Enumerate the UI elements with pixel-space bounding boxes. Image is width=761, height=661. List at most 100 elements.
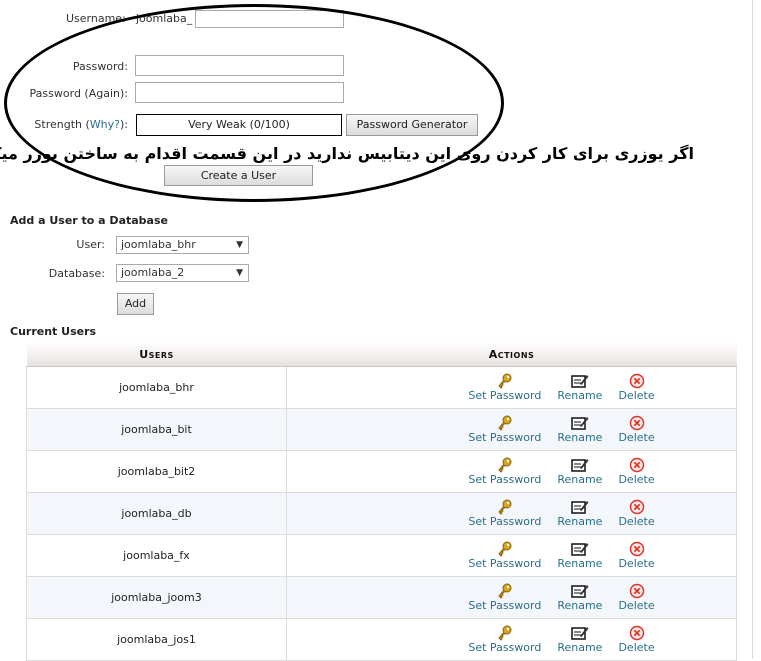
users-column-header[interactable]: Users — [26, 342, 287, 367]
set-password-link[interactable]: Set Password — [468, 431, 541, 444]
rename-icon — [571, 415, 589, 431]
delete-link[interactable]: Delete — [618, 473, 654, 486]
database-select[interactable]: joomlaba_2 ▼ — [116, 264, 249, 282]
table-row: joomlaba_joom3 Set Password Rename Delete — [26, 576, 737, 619]
delete-action[interactable]: Delete — [618, 415, 655, 444]
rename-action[interactable]: Rename — [557, 499, 602, 528]
key-icon — [497, 457, 513, 473]
password-again-input[interactable] — [135, 82, 344, 103]
password-label: Password: — [72, 60, 128, 73]
key-icon — [497, 625, 513, 641]
rename-link[interactable]: Rename — [557, 431, 602, 444]
delete-icon — [629, 625, 645, 641]
user-select-label: User: — [76, 238, 105, 251]
username-input[interactable] — [195, 10, 344, 28]
password-input[interactable] — [135, 55, 344, 76]
key-icon — [497, 541, 513, 557]
page-right-border — [752, 0, 753, 659]
delete-action[interactable]: Delete — [618, 457, 655, 486]
actions-cell: Set Password Rename Delete — [286, 576, 737, 619]
rename-icon — [571, 583, 589, 599]
delete-icon — [629, 499, 645, 515]
rename-icon — [571, 373, 589, 389]
rename-link[interactable]: Rename — [557, 473, 602, 486]
rename-action[interactable]: Rename — [557, 457, 602, 486]
password-again-label: Password (Again): — [29, 87, 128, 100]
set-password-action[interactable]: Set Password — [468, 583, 541, 612]
delete-action[interactable]: Delete — [618, 499, 655, 528]
database-select-label: Database: — [48, 267, 105, 280]
key-icon — [497, 499, 513, 515]
delete-action[interactable]: Delete — [618, 625, 655, 654]
chevron-down-icon: ▼ — [236, 240, 243, 250]
strength-label: Strength (Why?): — [34, 118, 128, 131]
actions-column-header: Actions — [286, 342, 737, 367]
add-button[interactable]: Add — [117, 293, 154, 315]
password-generator-button[interactable]: Password Generator — [346, 114, 478, 136]
set-password-action[interactable]: Set Password — [468, 373, 541, 402]
rename-action[interactable]: Rename — [557, 415, 602, 444]
user-name-cell: joomlaba_fx — [26, 534, 287, 577]
set-password-action[interactable]: Set Password — [468, 415, 541, 444]
set-password-link[interactable]: Set Password — [468, 473, 541, 486]
rename-link[interactable]: Rename — [557, 599, 602, 612]
set-password-action[interactable]: Set Password — [468, 499, 541, 528]
delete-link[interactable]: Delete — [618, 599, 654, 612]
delete-link[interactable]: Delete — [618, 389, 654, 402]
set-password-action[interactable]: Set Password — [468, 625, 541, 654]
user-name-cell: joomlaba_jos1 — [26, 618, 287, 661]
rename-action[interactable]: Rename — [557, 583, 602, 612]
rename-link[interactable]: Rename — [557, 515, 602, 528]
table-row: joomlaba_db Set Password Rename Delete — [26, 492, 737, 535]
key-icon — [497, 583, 513, 599]
set-password-link[interactable]: Set Password — [468, 389, 541, 402]
table-row: joomlaba_bit2 Set Password Rename Delete — [26, 450, 737, 493]
user-name-cell: joomlaba_bit — [26, 408, 287, 451]
set-password-action[interactable]: Set Password — [468, 541, 541, 570]
delete-link[interactable]: Delete — [618, 515, 654, 528]
key-icon — [497, 415, 513, 431]
delete-link[interactable]: Delete — [618, 431, 654, 444]
user-name-cell: joomlaba_joom3 — [26, 576, 287, 619]
rename-link[interactable]: Rename — [557, 389, 602, 402]
set-password-link[interactable]: Set Password — [468, 599, 541, 612]
rename-link[interactable]: Rename — [557, 557, 602, 570]
create-user-button[interactable]: Create a User — [164, 165, 313, 186]
why-link[interactable]: Why? — [90, 118, 120, 131]
delete-link[interactable]: Delete — [618, 557, 654, 570]
set-password-link[interactable]: Set Password — [468, 557, 541, 570]
delete-link[interactable]: Delete — [618, 641, 654, 654]
set-password-action[interactable]: Set Password — [468, 457, 541, 486]
rename-action[interactable]: Rename — [557, 541, 602, 570]
delete-action[interactable]: Delete — [618, 583, 655, 612]
username-label: Username: — [66, 12, 126, 25]
rename-icon — [571, 625, 589, 641]
rename-icon — [571, 457, 589, 473]
table-row: joomlaba_bit Set Password Rename Delete — [26, 408, 737, 451]
password-strength-meter: Very Weak (0/100) — [136, 114, 342, 136]
delete-action[interactable]: Delete — [618, 373, 655, 402]
rename-icon — [571, 541, 589, 557]
table-row: joomlaba_bhr Set Password Rename Delete — [26, 366, 737, 409]
user-name-cell: joomlaba_bit2 — [26, 450, 287, 493]
actions-cell: Set Password Rename Delete — [286, 450, 737, 493]
actions-cell: Set Password Rename Delete — [286, 366, 737, 409]
actions-cell: Set Password Rename Delete — [286, 618, 737, 661]
annotation-text: اگر یوزری برای کار کردن روی این دیتابیس … — [0, 144, 694, 163]
delete-icon — [629, 541, 645, 557]
username-prefix: joomlaba_ — [136, 12, 193, 25]
users-table-body: joomlaba_bhr Set Password Rename Delete joom… — [26, 366, 737, 661]
set-password-link[interactable]: Set Password — [468, 641, 541, 654]
rename-action[interactable]: Rename — [557, 625, 602, 654]
rename-action[interactable]: Rename — [557, 373, 602, 402]
set-password-link[interactable]: Set Password — [468, 515, 541, 528]
actions-cell: Set Password Rename Delete — [286, 408, 737, 451]
delete-action[interactable]: Delete — [618, 541, 655, 570]
table-row: joomlaba_jos1 Set Password Rename Delete — [26, 618, 737, 661]
user-select[interactable]: joomlaba_bhr ▼ — [116, 236, 249, 254]
actions-cell: Set Password Rename Delete — [286, 492, 737, 535]
users-table: Users Actions joomlaba_bhr Set Password Re… — [26, 342, 737, 661]
delete-icon — [629, 583, 645, 599]
current-users-title: Current Users — [10, 325, 97, 338]
rename-link[interactable]: Rename — [557, 641, 602, 654]
